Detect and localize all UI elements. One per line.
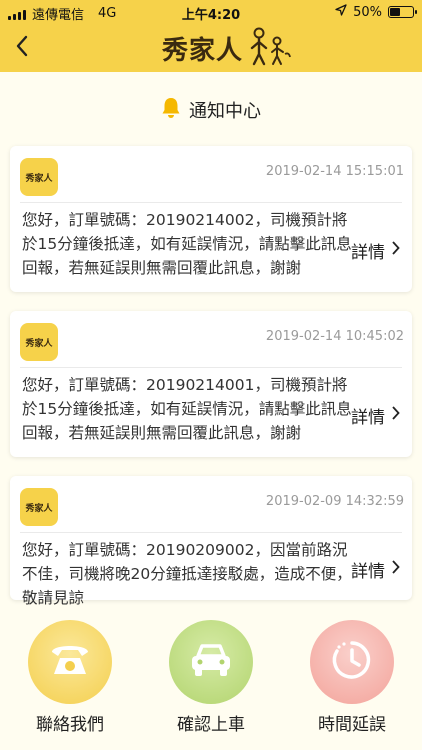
notification-card[interactable]: 秀家人 2019-02-14 15:15:01 您好，訂單號碼：20190214… [10,146,412,292]
time-delay-circle [310,620,394,704]
card-divider [20,532,402,533]
notification-message: 您好，訂單號碼：20190214001，司機預計將於15分鐘後抵達，如有延誤情況… [22,376,352,442]
time-delay-label: 時間延誤 [318,715,386,735]
chevron-right-icon [391,240,400,260]
notification-message: 您好，訂單號碼：20190209002，因當前路況不佳，司機將晚20分鐘抵達接駁… [22,541,352,607]
chevron-left-icon [15,35,29,61]
confirm-boarding-label: 確認上車 [177,715,245,735]
notification-card[interactable]: 秀家人 2019-02-09 14:32:59 您好，訂單號碼：20190209… [10,476,412,607]
status-right: 50% [335,4,417,20]
avatar-text: 秀家人 [25,173,53,184]
time-delay-button[interactable]: 時間延誤 [297,618,407,738]
detail-label: 詳情 [351,561,385,582]
confirm-boarding-circle [169,620,253,704]
family-figure-icon [247,26,291,70]
location-arrow-icon [335,4,347,20]
chevron-right-icon [391,559,400,579]
bell-icon [161,97,181,123]
battery-icon [388,6,417,18]
contact-us-label: 聯絡我們 [36,715,104,735]
battery-percent: 50% [353,4,382,20]
status-bar: 遠傳電信 4G 上午4:20 50% [0,0,422,24]
notification-card[interactable]: 秀家人 2019-02-14 10:45:02 您好，訂單號碼：20190214… [10,311,412,457]
page-header: 通知中心 [0,92,422,128]
app-avatar: 秀家人 [20,158,58,196]
notification-timestamp: 2019-02-14 10:45:02 [265,329,404,344]
detail-link[interactable]: 詳情 [351,373,400,457]
confirm-boarding-button[interactable]: 確認上車 [156,618,266,738]
app-logo: 秀家人 [162,26,291,70]
app-avatar: 秀家人 [20,488,58,526]
detail-label: 詳情 [351,242,385,263]
app-avatar: 秀家人 [20,323,58,361]
card-divider [20,202,402,203]
contact-us-circle [28,620,112,704]
logo-text: 秀家人 [162,35,244,66]
page-title: 通知中心 [189,101,261,122]
notification-timestamp: 2019-02-09 14:32:59 [265,494,404,509]
nav-bar: 秀家人 [0,24,422,72]
back-button[interactable] [6,32,38,64]
detail-link[interactable]: 詳情 [351,538,400,600]
battery-fill [390,8,400,16]
card-divider [20,367,402,368]
detail-link[interactable]: 詳情 [351,208,400,292]
avatar-text: 秀家人 [25,503,53,514]
car-icon [188,640,234,684]
notification-timestamp: 2019-02-14 15:15:01 [265,164,404,179]
chevron-right-icon [391,405,400,425]
notification-message: 您好，訂單號碼：20190214002，司機預計將於15分鐘後抵達，如有延誤情況… [22,211,352,277]
contact-us-button[interactable]: 聯絡我們 [15,618,125,738]
phone-icon [48,640,92,684]
detail-label: 詳情 [351,407,385,428]
clock-icon [330,638,374,686]
avatar-text: 秀家人 [25,338,53,349]
